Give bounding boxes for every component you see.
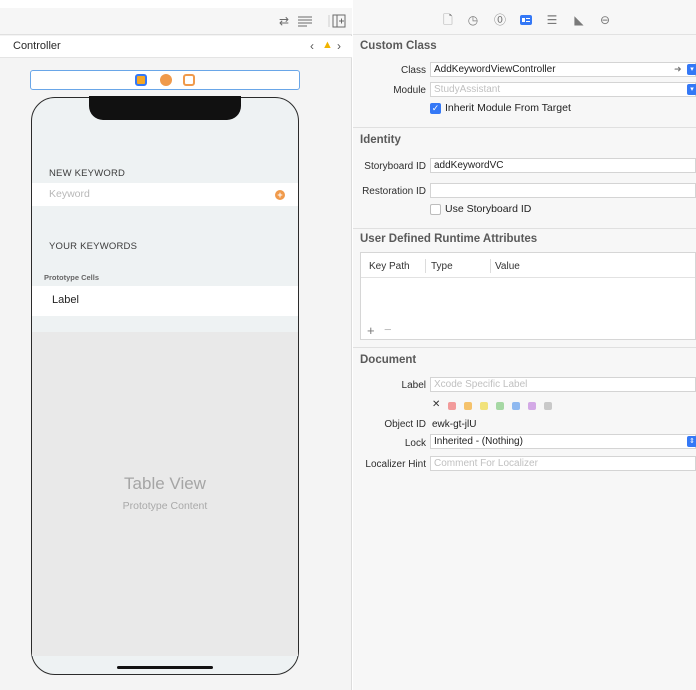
clear-color-icon[interactable]: ✕ (432, 399, 440, 410)
custom-class-header: Custom Class (360, 40, 437, 52)
column-divider (490, 259, 491, 273)
prototype-cells-label: Prototype Cells (44, 273, 100, 282)
updown-icon[interactable]: ⇕ (687, 436, 696, 447)
color-swatch-purple[interactable] (528, 402, 536, 410)
identity-header: Identity (360, 134, 401, 146)
use-storyboard-id-checkbox[interactable] (430, 204, 441, 215)
restoration-id-label: Restoration ID (362, 186, 426, 197)
localizer-hint-placeholder: Comment For Localizer (434, 458, 538, 469)
prototype-cell[interactable]: Label (32, 286, 298, 316)
table-view[interactable]: Table View Prototype Content (32, 332, 298, 656)
object-id-value: ewk-gt-jlU (432, 419, 477, 430)
add-panel-icon[interactable] (331, 14, 347, 28)
color-swatch-green[interactable] (496, 402, 504, 410)
file-icon[interactable]: 🗋 (441, 13, 455, 27)
module-label: Module (393, 85, 426, 96)
storyboard-id-field[interactable]: addKeywordVC (430, 158, 696, 173)
lock-value: Inherited - (Nothing) (434, 436, 523, 447)
divider (353, 228, 696, 229)
runtime-attributes-header: User Defined Runtime Attributes (360, 233, 538, 245)
link-arrows-icon[interactable]: ⇄ (276, 14, 292, 28)
chevron-down-icon[interactable]: ▾ (687, 84, 696, 95)
keyword-cell[interactable]: Keyword + (32, 183, 298, 206)
chevron-down-icon[interactable]: ▾ (687, 64, 696, 75)
color-swatch-orange[interactable] (464, 402, 472, 410)
canvas-toolbar: ⇄ (0, 8, 352, 35)
header-divider (361, 277, 695, 278)
warning-icon[interactable]: ▲ (322, 39, 333, 51)
jump-bar: Controller ‹ ▲ › (0, 36, 352, 58)
color-swatch-gray[interactable] (544, 402, 552, 410)
help-icon[interactable]: ⓪ (493, 13, 507, 27)
storyboard-id-value: addKeywordVC (434, 160, 504, 171)
new-keyword-header: NEW KEYWORD (49, 168, 126, 179)
class-field[interactable]: AddKeywordViewController ➜ ▾ (430, 62, 696, 77)
size-icon[interactable]: ◣ (572, 13, 586, 27)
storyboard-id-label: Storyboard ID (364, 161, 426, 172)
add-attribute-button[interactable]: + (367, 323, 375, 338)
doc-label-placeholder: Xcode Specific Label (434, 379, 528, 390)
key-path-column[interactable]: Key Path (369, 261, 410, 272)
arrow-circle-icon[interactable]: ➜ (674, 63, 682, 76)
attributes-icon[interactable]: ☰ (545, 13, 559, 27)
exit-icon[interactable] (183, 74, 195, 86)
remove-attribute-button[interactable]: − (384, 322, 392, 337)
value-column[interactable]: Value (495, 261, 520, 272)
use-storyboard-id-label: Use Storyboard ID (445, 203, 532, 215)
color-swatch-yellow[interactable] (480, 402, 488, 410)
class-value: AddKeywordViewController (434, 64, 556, 75)
divider (353, 347, 696, 348)
class-label: Class (400, 65, 426, 76)
color-swatch-red[interactable] (448, 402, 456, 410)
doc-label-label: Label (401, 380, 426, 391)
color-swatch-blue[interactable] (512, 402, 520, 410)
lock-select[interactable]: Inherited - (Nothing) ⇕ (430, 434, 696, 449)
module-field[interactable]: StudyAssistant ▾ (430, 82, 696, 97)
module-placeholder: StudyAssistant (434, 84, 501, 95)
divider (353, 127, 696, 128)
keyword-input[interactable]: Keyword (49, 188, 90, 200)
localizer-hint-field[interactable]: Comment For Localizer (430, 456, 696, 471)
canvas-top-strip (0, 0, 352, 8)
phone-notch (89, 96, 241, 120)
inherit-module-checkbox[interactable]: ✓ (430, 103, 441, 114)
lines-icon[interactable] (297, 14, 313, 28)
home-indicator (117, 666, 213, 669)
column-divider (425, 259, 426, 273)
localizer-hint-label: Localizer Hint (365, 459, 426, 470)
runtime-attributes-table[interactable]: Key Path Type Value + − (360, 252, 696, 340)
chevron-right-icon[interactable]: › (337, 39, 341, 53)
scene-dock (30, 70, 300, 90)
add-keyword-button[interactable]: + (275, 190, 285, 200)
table-view-title: Table View (124, 474, 206, 493)
first-responder-icon[interactable] (160, 74, 172, 86)
history-icon[interactable]: ◷ (466, 13, 480, 27)
lock-label: Lock (404, 438, 426, 449)
inherit-module-label: Inherit Module From Target (445, 102, 571, 114)
your-keywords-header: YOUR KEYWORDS (49, 241, 138, 252)
object-id-label: Object ID (384, 419, 426, 430)
doc-label-field[interactable]: Xcode Specific Label (430, 377, 696, 392)
cell-label[interactable]: Label (52, 294, 79, 306)
type-column[interactable]: Type (431, 261, 453, 272)
identity-icon[interactable] (519, 13, 533, 27)
view-controller-icon[interactable] (135, 74, 147, 86)
jump-bar-title[interactable]: Controller (13, 40, 61, 52)
document-header: Document (360, 354, 417, 366)
inspector-tabs: 🗋 ◷ ⓪ ☰ ◣ ⊖ (353, 8, 696, 35)
connections-icon[interactable]: ⊖ (598, 13, 612, 27)
restoration-id-field[interactable] (430, 183, 696, 198)
chevron-left-icon[interactable]: ‹ (310, 39, 314, 53)
table-view-subtitle: Prototype Content (122, 500, 208, 512)
